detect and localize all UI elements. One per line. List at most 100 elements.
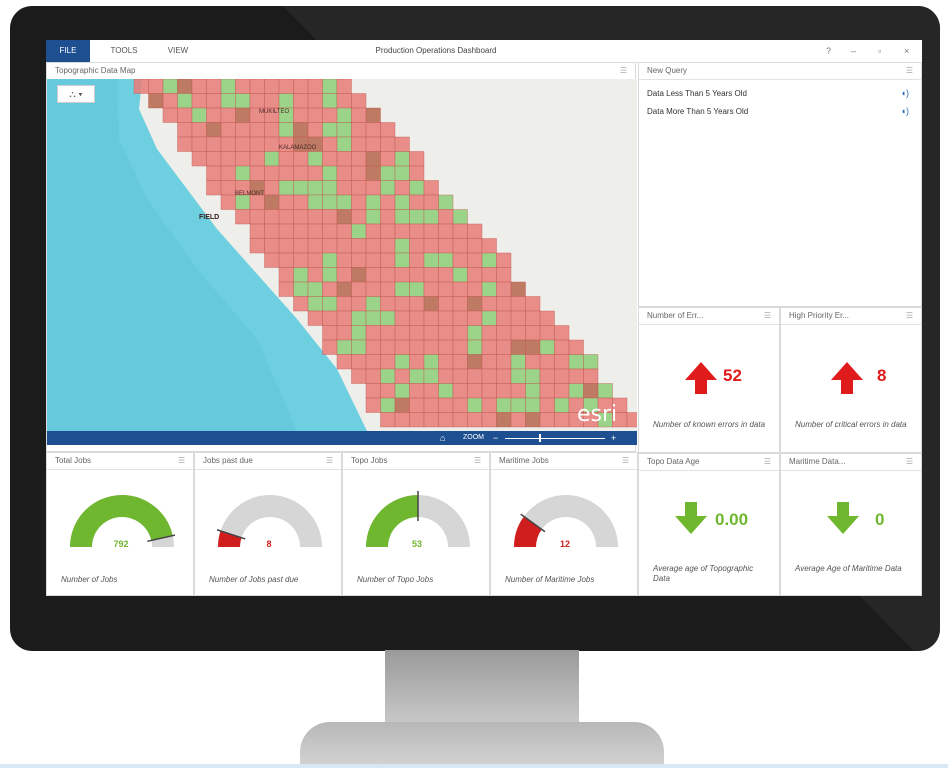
restore-button[interactable]: ▫ xyxy=(878,40,881,62)
map-tile[interactable] xyxy=(539,383,555,399)
map-tile[interactable] xyxy=(365,180,381,196)
map-tile[interactable] xyxy=(351,296,367,312)
map-tile[interactable] xyxy=(467,267,483,283)
map-tile[interactable] xyxy=(249,165,265,181)
map-tile[interactable] xyxy=(481,368,497,384)
map-tile[interactable] xyxy=(322,267,338,283)
map-tile[interactable] xyxy=(220,79,236,94)
map-tile[interactable] xyxy=(438,383,454,399)
map-tile[interactable] xyxy=(235,165,251,181)
map-tile[interactable] xyxy=(409,310,425,326)
map-tile[interactable] xyxy=(264,180,280,196)
map-tile[interactable] xyxy=(496,296,512,312)
map-tile[interactable] xyxy=(365,151,381,167)
map-tile[interactable] xyxy=(293,93,309,109)
map-tile[interactable] xyxy=(293,151,309,167)
map-tile[interactable] xyxy=(322,122,338,138)
map-tile[interactable] xyxy=(177,136,193,152)
panel-menu-icon[interactable]: ☰ xyxy=(622,453,629,469)
topographic-map[interactable]: MUKILTEO KALAMAZOO BELMONT FIELD esri ⛬ … xyxy=(47,79,637,431)
map-tile[interactable] xyxy=(510,383,526,399)
map-tile[interactable] xyxy=(409,339,425,355)
map-tile[interactable] xyxy=(496,310,512,326)
map-tile[interactable] xyxy=(438,252,454,268)
map-tile[interactable] xyxy=(322,209,338,225)
map-tile[interactable] xyxy=(568,368,584,384)
map-tile[interactable] xyxy=(293,238,309,254)
map-tile[interactable] xyxy=(496,397,512,413)
map-tile[interactable] xyxy=(293,223,309,239)
map-tile[interactable] xyxy=(409,223,425,239)
panel-menu-icon[interactable]: ☰ xyxy=(906,454,913,470)
map-tile[interactable] xyxy=(351,223,367,239)
map-tile[interactable] xyxy=(481,383,497,399)
map-tile[interactable] xyxy=(351,209,367,225)
map-tile[interactable] xyxy=(394,310,410,326)
map-tile[interactable] xyxy=(626,412,637,428)
map-tile[interactable] xyxy=(336,281,352,297)
map-tile[interactable] xyxy=(394,296,410,312)
panel-menu-icon[interactable]: ☰ xyxy=(326,453,333,469)
map-tile[interactable] xyxy=(452,325,468,341)
map-tile[interactable] xyxy=(525,412,541,428)
map-tile[interactable] xyxy=(467,339,483,355)
map-tile[interactable] xyxy=(206,107,222,123)
map-tile[interactable] xyxy=(307,223,323,239)
map-tile[interactable] xyxy=(278,252,294,268)
map-tile[interactable] xyxy=(322,223,338,239)
map-tile[interactable] xyxy=(264,194,280,210)
map-tile[interactable] xyxy=(510,412,526,428)
map-tile[interactable] xyxy=(380,165,396,181)
zoom-out-button[interactable]: − xyxy=(493,431,498,445)
map-tile[interactable] xyxy=(191,107,207,123)
map-tile[interactable] xyxy=(264,238,280,254)
map-tile[interactable] xyxy=(235,209,251,225)
map-tile[interactable] xyxy=(307,267,323,283)
map-tile[interactable] xyxy=(322,281,338,297)
map-tile[interactable] xyxy=(365,165,381,181)
map-tile[interactable] xyxy=(554,397,570,413)
map-tile[interactable] xyxy=(365,325,381,341)
map-tile[interactable] xyxy=(481,354,497,370)
map-tile[interactable] xyxy=(496,412,512,428)
map-tile[interactable] xyxy=(554,354,570,370)
map-tile[interactable] xyxy=(554,412,570,428)
map-tile[interactable] xyxy=(220,151,236,167)
map-tile[interactable] xyxy=(336,209,352,225)
map-tile[interactable] xyxy=(307,165,323,181)
map-tile[interactable] xyxy=(365,136,381,152)
map-tile[interactable] xyxy=(351,281,367,297)
map-tile[interactable] xyxy=(206,136,222,152)
map-tile[interactable] xyxy=(249,223,265,239)
map-tile[interactable] xyxy=(322,107,338,123)
map-tile[interactable] xyxy=(380,238,396,254)
map-tile[interactable] xyxy=(583,383,599,399)
map-tile[interactable] xyxy=(322,310,338,326)
map-tile[interactable] xyxy=(525,325,541,341)
map-tile[interactable] xyxy=(496,368,512,384)
map-tile[interactable] xyxy=(235,136,251,152)
map-tile[interactable] xyxy=(336,310,352,326)
map-tile[interactable] xyxy=(191,122,207,138)
map-tile[interactable] xyxy=(336,93,352,109)
map-tile[interactable] xyxy=(336,151,352,167)
map-tile[interactable] xyxy=(322,79,338,94)
map-tile[interactable] xyxy=(293,209,309,225)
map-tile[interactable] xyxy=(438,354,454,370)
map-tile[interactable] xyxy=(351,180,367,196)
map-tile[interactable] xyxy=(351,325,367,341)
map-tile[interactable] xyxy=(481,252,497,268)
map-tile[interactable] xyxy=(264,151,280,167)
map-tile[interactable] xyxy=(322,151,338,167)
map-tile[interactable] xyxy=(438,223,454,239)
map-tile[interactable] xyxy=(423,281,439,297)
map-tile[interactable] xyxy=(380,223,396,239)
map-tile[interactable] xyxy=(264,165,280,181)
map-tile[interactable] xyxy=(409,267,425,283)
map-tile[interactable] xyxy=(351,165,367,181)
map-tile[interactable] xyxy=(264,93,280,109)
map-tile[interactable] xyxy=(351,368,367,384)
map-tile[interactable] xyxy=(467,238,483,254)
map-tile[interactable] xyxy=(481,296,497,312)
map-tile[interactable] xyxy=(438,267,454,283)
